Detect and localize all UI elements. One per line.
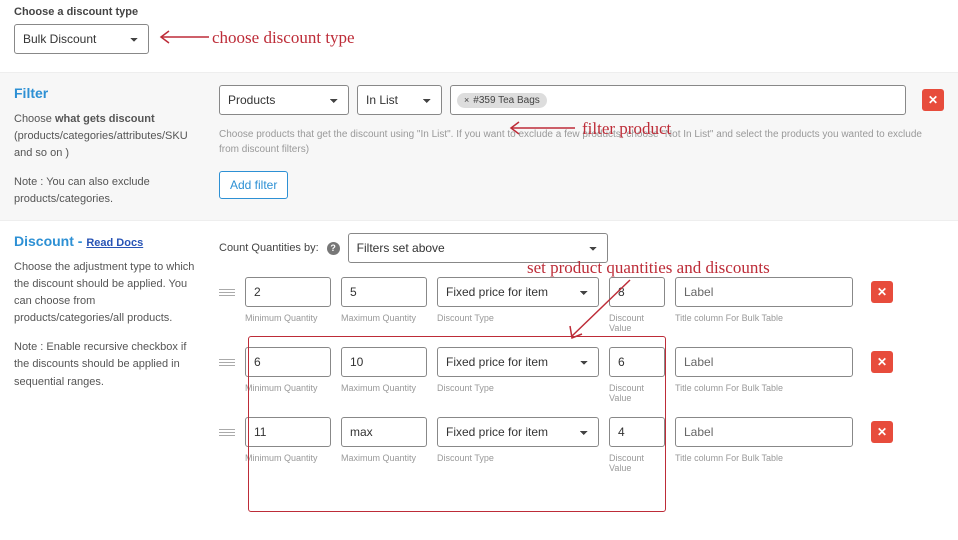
- discount-type-label: Choose a discount type: [14, 6, 149, 18]
- sub-label: Discount Value: [609, 313, 665, 333]
- max-qty-input[interactable]: [341, 347, 427, 377]
- sub-label: Title column For Bulk Table: [675, 383, 853, 403]
- discount-description: Choose the adjustment type to which the …: [14, 259, 203, 327]
- delete-filter-button[interactable]: ✕: [922, 89, 944, 111]
- sub-label: Maximum Quantity: [341, 453, 427, 473]
- delete-row-button[interactable]: ✕: [871, 281, 893, 303]
- sub-label: Discount Type: [437, 313, 599, 333]
- title-column-input[interactable]: [675, 347, 853, 377]
- count-qty-label: Count Quantities by:: [219, 242, 319, 254]
- filter-value-input[interactable]: ×#359 Tea Bags: [450, 85, 906, 115]
- sub-label: Discount Type: [437, 453, 599, 473]
- sub-label: Discount Value: [609, 453, 665, 473]
- filter-description: Choose what gets discount (products/cate…: [14, 111, 203, 162]
- min-qty-input[interactable]: [245, 347, 331, 377]
- max-qty-input[interactable]: [341, 417, 427, 447]
- sub-label: Minimum Quantity: [245, 453, 331, 473]
- filter-help-text: Choose products that get the discount us…: [219, 127, 944, 157]
- min-qty-input[interactable]: [245, 417, 331, 447]
- min-qty-input[interactable]: [245, 277, 331, 307]
- delete-row-button[interactable]: ✕: [871, 351, 893, 373]
- discount-note: Note : Enable recursive checkbox if the …: [14, 339, 203, 390]
- delete-row-button[interactable]: ✕: [871, 421, 893, 443]
- discount-range-row: Fixed price for item ✕: [219, 277, 944, 307]
- sub-label: Title column For Bulk Table: [675, 453, 853, 473]
- discount-range-row: Fixed price for item ✕: [219, 417, 944, 447]
- drag-handle-icon[interactable]: [219, 289, 235, 296]
- count-quantities-select[interactable]: Filters set above: [348, 233, 608, 263]
- read-docs-link[interactable]: Read Docs: [86, 237, 143, 249]
- max-qty-input[interactable]: [341, 277, 427, 307]
- discount-type-row-select[interactable]: Fixed price for item: [437, 417, 599, 447]
- sub-label: Minimum Quantity: [245, 313, 331, 333]
- drag-handle-icon[interactable]: [219, 429, 235, 436]
- sub-label: Minimum Quantity: [245, 383, 331, 403]
- sub-label: Title column For Bulk Table: [675, 313, 853, 333]
- discount-value-input[interactable]: [609, 347, 665, 377]
- title-column-input[interactable]: [675, 277, 853, 307]
- discount-type-select[interactable]: Bulk Discount: [14, 24, 149, 54]
- sub-label: Maximum Quantity: [341, 313, 427, 333]
- sub-label: Discount Value: [609, 383, 665, 403]
- info-icon[interactable]: ?: [327, 242, 340, 255]
- discount-range-row: Fixed price for item ✕: [219, 347, 944, 377]
- sub-label: Maximum Quantity: [341, 383, 427, 403]
- filter-entity-select[interactable]: Products: [219, 85, 349, 115]
- drag-handle-icon[interactable]: [219, 359, 235, 366]
- discount-value-input[interactable]: [609, 417, 665, 447]
- filter-title: Filter: [14, 85, 203, 101]
- filter-note: Note : You can also exclude products/cat…: [14, 174, 203, 208]
- title-column-input[interactable]: [675, 417, 853, 447]
- discount-title: Discount - Read Docs: [14, 233, 203, 249]
- discount-value-input[interactable]: [609, 277, 665, 307]
- filter-tag[interactable]: ×#359 Tea Bags: [457, 93, 547, 108]
- sub-label: Discount Type: [437, 383, 599, 403]
- tag-remove-icon[interactable]: ×: [464, 95, 469, 105]
- add-filter-button[interactable]: Add filter: [219, 171, 288, 199]
- discount-type-row-select[interactable]: Fixed price for item: [437, 347, 599, 377]
- discount-type-row-select[interactable]: Fixed price for item: [437, 277, 599, 307]
- filter-operator-select[interactable]: In List: [357, 85, 442, 115]
